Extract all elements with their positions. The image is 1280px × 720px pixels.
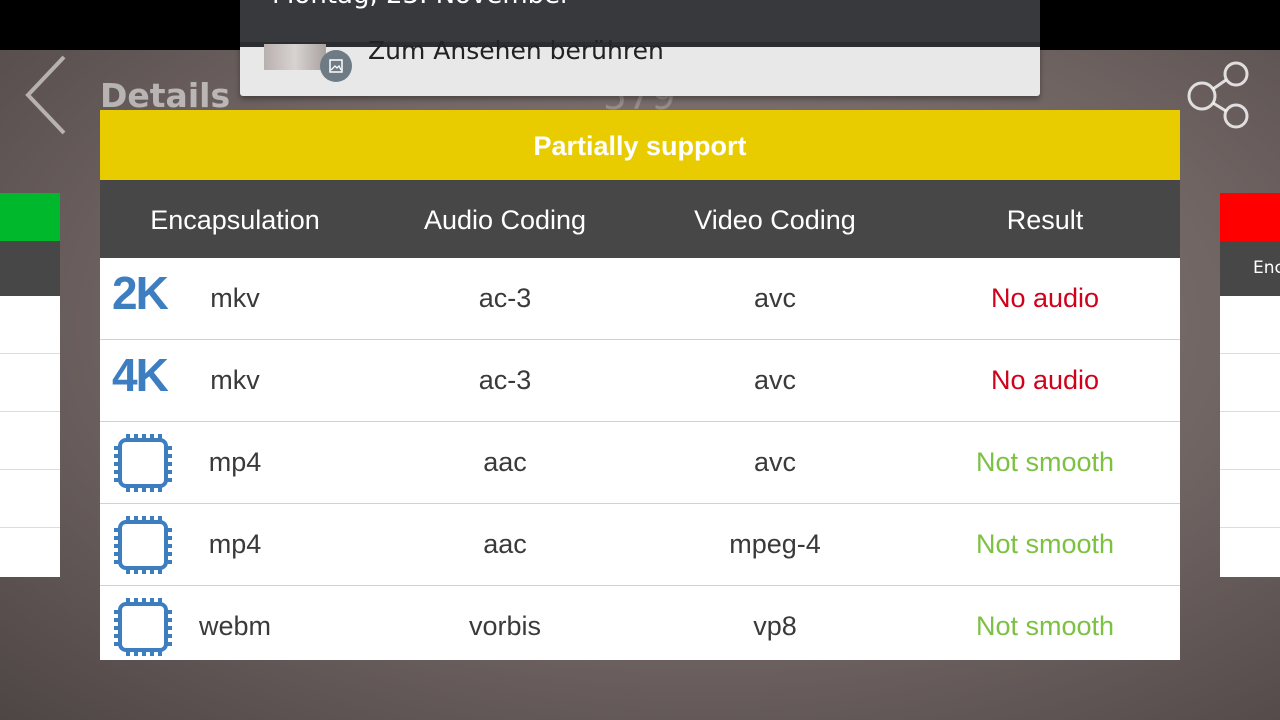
notification-text: Zum Ansehen berühren: [368, 36, 664, 65]
notification-thumbnail: [264, 44, 326, 70]
cell-result: Not smooth: [975, 447, 1115, 477]
chip-icon: [112, 514, 176, 578]
share-button[interactable]: [1183, 60, 1255, 132]
chip-icon: [112, 596, 176, 660]
cell-video-coding: avc: [753, 283, 797, 313]
support-dialog: Partially support Encapsulation Audio Co…: [100, 110, 1180, 660]
table-row[interactable]: mp4 aac mpeg-4 Not smooth: [100, 504, 1180, 586]
side-card-row: [0, 470, 60, 528]
side-card-row: [0, 296, 60, 354]
chip-icon: [112, 432, 176, 496]
table-row[interactable]: 4K mkv ac-3 avc No audio: [100, 340, 1180, 422]
side-card-row: [1220, 528, 1280, 577]
side-card-header: [0, 241, 60, 296]
share-icon: [1187, 61, 1249, 129]
cell-video-coding: avc: [753, 447, 797, 477]
cell-video-coding: mpeg-4: [729, 529, 821, 559]
cell-video-coding: avc: [753, 365, 797, 395]
column-header-result: Result: [1006, 205, 1084, 235]
notification-panel[interactable]: Montag, 23. November Zum Ansehen berühre…: [240, 0, 1040, 96]
table-row[interactable]: mp4 aac avc Not smooth: [100, 422, 1180, 504]
icon-label: 2K: [112, 267, 169, 319]
side-card-header: Enc: [1220, 241, 1280, 296]
side-card-row: [1220, 412, 1280, 470]
side-card-row: [0, 528, 60, 577]
2k-resolution-icon: 2K: [112, 268, 176, 332]
side-card-header-text: Enc: [1253, 258, 1280, 278]
table-header: Encapsulation Audio Coding Video Coding …: [100, 180, 1180, 258]
cell-audio-coding: aac: [483, 447, 527, 477]
cell-result: Not smooth: [975, 529, 1115, 559]
image-badge-icon: [320, 50, 352, 82]
table-row[interactable]: webm vorbis vp8 Not smooth: [100, 586, 1180, 667]
side-card-row: [0, 354, 60, 412]
status-strip-green: [0, 193, 60, 241]
cell-video-coding: vp8: [753, 611, 797, 641]
back-button[interactable]: [22, 55, 72, 135]
column-header-encapsulation: Encapsulation: [150, 205, 320, 235]
status-strip-red: [1220, 193, 1280, 241]
cell-audio-coding: ac-3: [478, 365, 532, 395]
cell-audio-coding: ac-3: [478, 283, 532, 313]
cell-result: No audio: [990, 283, 1100, 313]
side-card-row: [1220, 296, 1280, 354]
side-card-row: [0, 412, 60, 470]
chevron-left-icon: [25, 55, 66, 135]
table-row[interactable]: 2K mkv ac-3 avc No audio: [100, 258, 1180, 340]
dialog-title: Partially support: [100, 110, 1180, 180]
cell-audio-coding: aac: [483, 529, 527, 559]
icon-label: 4K: [112, 349, 169, 401]
side-card-row: [1220, 354, 1280, 412]
cell-audio-coding: vorbis: [468, 611, 542, 641]
column-header-video-coding: Video Coding: [694, 205, 856, 235]
4k-resolution-icon: 4K: [112, 350, 176, 414]
cell-result: Not smooth: [975, 611, 1115, 641]
side-card-row: [1220, 470, 1280, 528]
column-header-audio-coding: Audio Coding: [423, 205, 587, 235]
side-card-right[interactable]: Enc: [1220, 193, 1280, 577]
cell-result: No audio: [990, 365, 1100, 395]
side-card-left[interactable]: [0, 193, 60, 577]
notification-date: Montag, 23. November: [272, 0, 571, 10]
